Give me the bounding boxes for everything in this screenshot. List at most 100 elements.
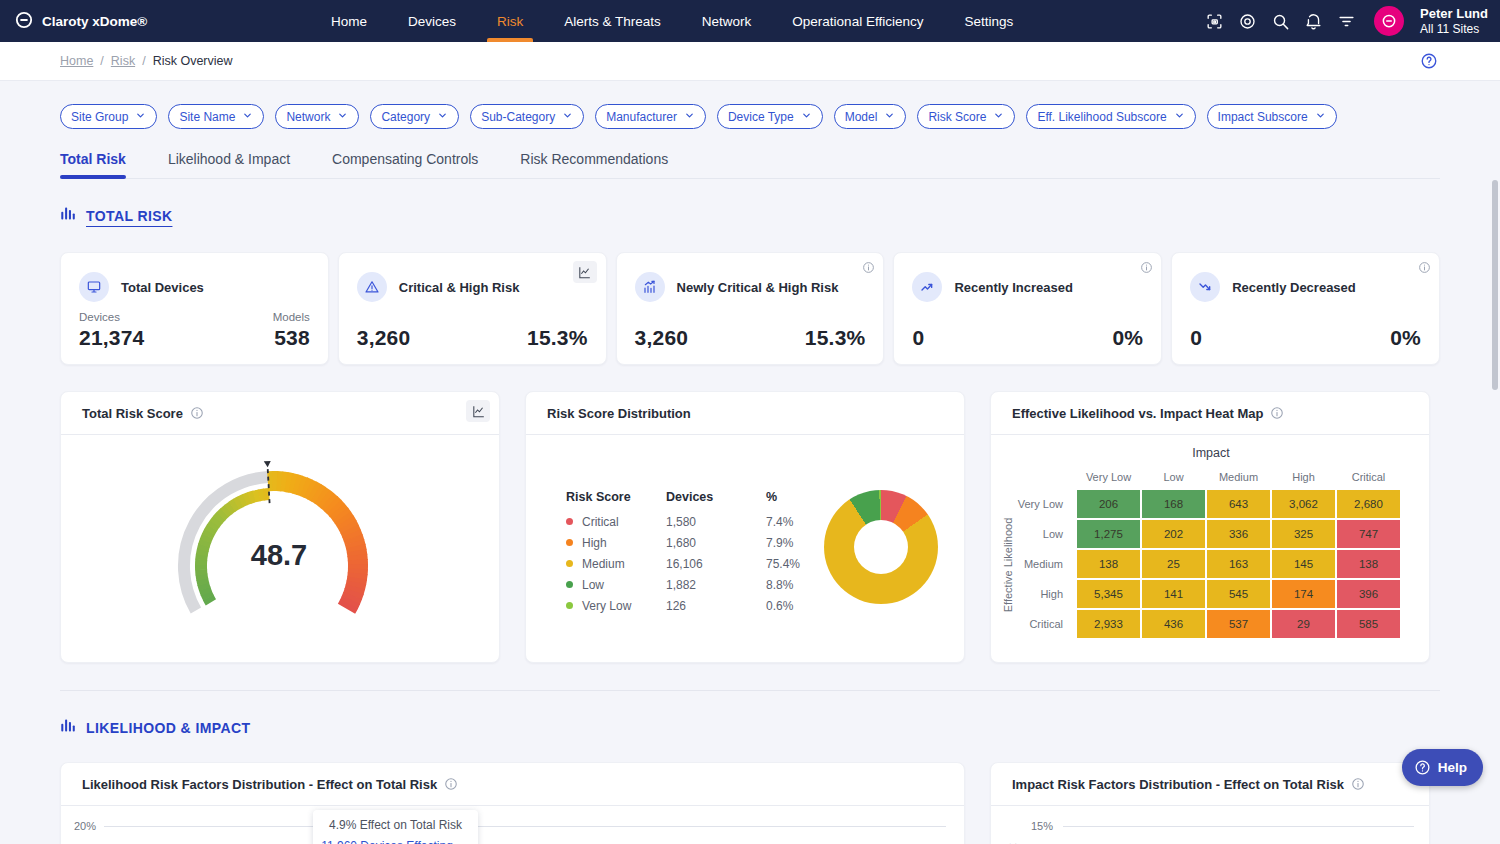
avatar[interactable] bbox=[1374, 6, 1404, 36]
trend-chart-icon[interactable] bbox=[573, 261, 597, 283]
heatmap-cell[interactable]: 436 bbox=[1142, 610, 1205, 638]
nav-item-risk[interactable]: Risk bbox=[497, 0, 523, 42]
breadcrumb-home[interactable]: Home bbox=[60, 54, 93, 68]
filter-impact-subscore[interactable]: Impact Subscore bbox=[1207, 104, 1337, 129]
heatmap-cell[interactable]: 168 bbox=[1142, 490, 1205, 518]
donut-chart[interactable] bbox=[824, 490, 938, 604]
legend-dot bbox=[566, 539, 573, 546]
filter-site-name[interactable]: Site Name bbox=[168, 104, 264, 129]
chevron-down-icon bbox=[562, 110, 573, 124]
distribution-row-medium: Medium16,10675.4% bbox=[566, 553, 828, 574]
user-menu[interactable]: Peter Lund All 11 Sites bbox=[1420, 6, 1488, 36]
filter-sub-category[interactable]: Sub-Category bbox=[470, 104, 584, 129]
heatmap-cell[interactable]: 5,345 bbox=[1077, 580, 1140, 608]
support-icon[interactable] bbox=[1238, 12, 1257, 31]
main-nav: Home Devices Risk Alerts & Threats Network Op… bbox=[331, 0, 1013, 42]
filter-risk-score[interactable]: Risk Score bbox=[917, 104, 1015, 129]
metric-value: 0% bbox=[1112, 326, 1143, 350]
scrollbar-thumb[interactable] bbox=[1492, 180, 1498, 390]
info-icon[interactable] bbox=[444, 777, 458, 791]
section-title[interactable]: LIKELIHOOD & IMPACT bbox=[86, 720, 250, 736]
filter-device-type[interactable]: Device Type bbox=[717, 104, 823, 129]
heatmap-col-label: Low bbox=[1142, 465, 1205, 488]
heatmap-cell[interactable]: 396 bbox=[1337, 580, 1400, 608]
heatmap-cell[interactable]: 138 bbox=[1337, 550, 1400, 578]
heatmap-cell[interactable]: 747 bbox=[1337, 520, 1400, 548]
heatmap-cell[interactable]: 545 bbox=[1207, 580, 1270, 608]
nav-item-settings[interactable]: Settings bbox=[964, 0, 1013, 42]
legend-dot bbox=[566, 518, 573, 525]
metric-value: 3,260 bbox=[635, 326, 689, 350]
section-title[interactable]: TOTAL RISK bbox=[86, 208, 172, 224]
filter-category[interactable]: Category bbox=[370, 104, 459, 129]
info-icon[interactable] bbox=[862, 260, 875, 273]
heatmap-cell[interactable]: 3,062 bbox=[1272, 490, 1335, 518]
info-icon[interactable] bbox=[1351, 777, 1365, 791]
panel-title: Impact Risk Factors Distribution - Effec… bbox=[1012, 777, 1344, 792]
tooltip-devices-link[interactable]: 11,960 Devices Effecting Risk bbox=[321, 839, 470, 844]
metric-value: 15.3% bbox=[805, 326, 866, 350]
heatmap-cell[interactable]: 643 bbox=[1207, 490, 1270, 518]
filter-icon[interactable] bbox=[1337, 12, 1356, 31]
info-icon[interactable] bbox=[1418, 260, 1431, 273]
user-name: Peter Lund bbox=[1420, 6, 1488, 22]
filter-network[interactable]: Network bbox=[275, 104, 359, 129]
help-icon[interactable] bbox=[1420, 52, 1438, 70]
heatmap-cell[interactable]: 1,275 bbox=[1077, 520, 1140, 548]
nav-item-devices[interactable]: Devices bbox=[408, 0, 456, 42]
chevron-down-icon bbox=[437, 110, 448, 124]
heatmap-col-label: Very Low bbox=[1077, 465, 1140, 488]
breadcrumb-risk[interactable]: Risk bbox=[111, 54, 135, 68]
heatmap-cell[interactable]: 2,933 bbox=[1077, 610, 1140, 638]
card-title: Total Devices bbox=[121, 280, 204, 295]
brand-label: Claroty xDome® bbox=[42, 14, 147, 29]
info-icon[interactable] bbox=[1270, 406, 1284, 420]
filter-site-group[interactable]: Site Group bbox=[60, 104, 157, 129]
heatmap-cell[interactable]: 25 bbox=[1142, 550, 1205, 578]
filter-model[interactable]: Model bbox=[834, 104, 907, 129]
nav-item-network[interactable]: Network bbox=[702, 0, 752, 42]
heatmap-cell[interactable]: 2,680 bbox=[1337, 490, 1400, 518]
heatmap-cell[interactable]: 29 bbox=[1272, 610, 1335, 638]
heatmap-cell[interactable]: 145 bbox=[1272, 550, 1335, 578]
info-icon[interactable] bbox=[1140, 260, 1153, 273]
heatmap-cell[interactable]: 336 bbox=[1207, 520, 1270, 548]
metric-value: 15.3% bbox=[527, 326, 588, 350]
heatmap-cell[interactable]: 537 bbox=[1207, 610, 1270, 638]
heatmap-cell[interactable]: 141 bbox=[1142, 580, 1205, 608]
filter-manufacturer[interactable]: Manufacturer bbox=[595, 104, 706, 129]
notifications-icon[interactable] bbox=[1304, 12, 1323, 31]
tab-likelihood-impact[interactable]: Likelihood & Impact bbox=[168, 151, 290, 178]
metric-value: 3,260 bbox=[357, 326, 411, 350]
heatmap-cell[interactable]: 585 bbox=[1337, 610, 1400, 638]
trend-chart-icon[interactable] bbox=[466, 400, 490, 422]
total-risk-section-header: TOTAL RISK bbox=[60, 205, 1500, 226]
heatmap-cell[interactable]: 206 bbox=[1077, 490, 1140, 518]
search-icon[interactable] bbox=[1271, 12, 1290, 31]
bar-chart-icon bbox=[60, 205, 77, 226]
total-risk-score-panel: Total Risk Score 48.7 bbox=[60, 391, 500, 663]
heatmap-cell[interactable]: 163 bbox=[1207, 550, 1270, 578]
tab-bar: Total Risk Likelihood & Impact Compensatin… bbox=[60, 151, 1440, 179]
tab-total-risk[interactable]: Total Risk bbox=[60, 151, 126, 178]
heatmap-cell[interactable]: 174 bbox=[1272, 580, 1335, 608]
nav-item-alerts-threats[interactable]: Alerts & Threats bbox=[564, 0, 661, 42]
nav-item-home[interactable]: Home bbox=[331, 0, 367, 42]
new-risk-icon bbox=[635, 272, 665, 302]
heatmap-cell[interactable]: 325 bbox=[1272, 520, 1335, 548]
filter-eff-likelihood-subscore[interactable]: Eff. Likelihood Subscore bbox=[1026, 104, 1195, 129]
likelihood-factors-panel: Likelihood Risk Factors Distribution - E… bbox=[60, 762, 965, 844]
tab-risk-recommendations[interactable]: Risk Recommendations bbox=[520, 151, 668, 178]
heatmap-grid: Very LowLowMediumHighCriticalVery Low206… bbox=[999, 465, 1400, 638]
brand[interactable]: Claroty xDome® bbox=[0, 10, 147, 33]
heatmap-cell[interactable]: 138 bbox=[1077, 550, 1140, 578]
distribution-header-row: Risk ScoreDevices% bbox=[566, 485, 828, 509]
tab-compensating-controls[interactable]: Compensating Controls bbox=[332, 151, 478, 178]
info-icon[interactable] bbox=[190, 406, 204, 420]
nav-item-operational-efficiency[interactable]: Operational Efficiency bbox=[792, 0, 923, 42]
heatmap-x-axis-label: Impact bbox=[1021, 446, 1401, 460]
scan-icon[interactable] bbox=[1205, 12, 1224, 31]
heatmap-cell[interactable]: 202 bbox=[1142, 520, 1205, 548]
devices-icon bbox=[79, 272, 109, 302]
help-button[interactable]: Help bbox=[1402, 749, 1483, 786]
